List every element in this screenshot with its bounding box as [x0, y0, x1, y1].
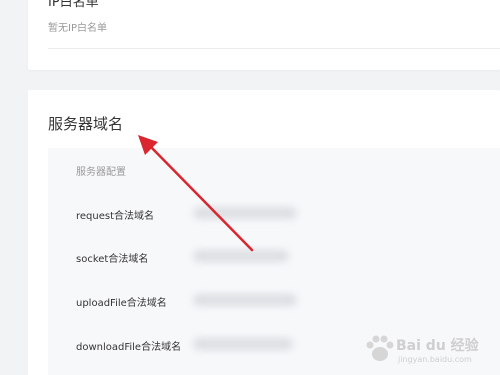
- row-value-downloadfile-blurred: [193, 338, 293, 350]
- page: IP白名单 暂无IP白名单 服务器域名 服务器配置 request合法域名 so…: [0, 0, 500, 375]
- watermark-text: Bai du 经验: [396, 338, 479, 354]
- row-value-request-blurred: [193, 207, 297, 219]
- ip-whitelist-card: [28, 0, 500, 70]
- ip-whitelist-empty-text: 暂无IP白名单: [48, 23, 107, 34]
- row-label-request: request合法域名: [76, 211, 155, 222]
- row-value-uploadfile-blurred: [193, 294, 297, 306]
- ip-whitelist-title: IP白名单: [48, 0, 99, 10]
- row-label-downloadfile: downloadFile合法域名: [76, 342, 182, 353]
- paw-logo-icon: [366, 335, 394, 361]
- watermark-url: jingyan.baidu.com: [398, 355, 472, 364]
- row-value-socket-blurred: [193, 250, 289, 262]
- server-domain-title: 服务器域名: [48, 115, 124, 133]
- row-label-uploadfile: uploadFile合法域名: [76, 298, 167, 309]
- row-label-socket: socket合法域名: [76, 254, 149, 265]
- watermark: Bai du 经验 jingyan.baidu.com: [362, 331, 492, 371]
- table-header: 服务器配置: [76, 167, 126, 178]
- divider: [48, 48, 500, 49]
